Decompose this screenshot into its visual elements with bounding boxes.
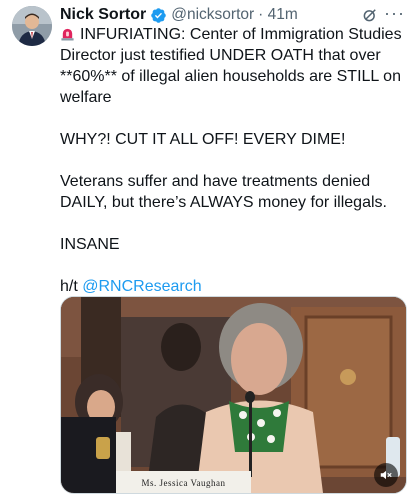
siren-icon [61,28,74,41]
ht-prefix: h/t [60,278,83,295]
tweet-line-1: INFURIATING: Center of Immigration Studi… [60,26,402,106]
tweet-paragraph-2: WHY?! CUT IT ALL OFF! EVERY DIME! [60,131,346,148]
mute-icon[interactable] [374,463,398,487]
tweet-paragraph-1: INFURIATING: Center of Immigration Studi… [60,24,410,108]
author-handle[interactable]: @nicksortor [171,6,254,24]
tweet-header: Nick Sortor @nicksortor · 41m [60,4,405,26]
avatar[interactable] [12,6,52,46]
tweet-paragraph-5: h/t @RNCResearch [60,276,410,297]
grok-icon[interactable] [361,6,379,24]
avatar-image [12,6,52,46]
verified-badge-icon[interactable] [150,7,167,24]
tweet-paragraph-4: INSANE [60,236,120,253]
more-icon[interactable]: ··· [384,4,405,22]
tweet-timestamp[interactable]: · 41m [258,6,298,24]
mention-link[interactable]: @RNCResearch [82,278,201,295]
tweet-paragraph-3: Veterans suffer and have treatments deni… [60,173,387,211]
author-name[interactable]: Nick Sortor [60,6,146,24]
video-frame [61,297,406,493]
tweet-text: INFURIATING: Center of Immigration Studi… [60,24,410,297]
nameplate: Ms. Jessica Vaughan [116,471,251,493]
mute-icon-graphic [380,470,392,480]
tweet-video[interactable]: Ms. Jessica Vaughan [60,296,407,494]
